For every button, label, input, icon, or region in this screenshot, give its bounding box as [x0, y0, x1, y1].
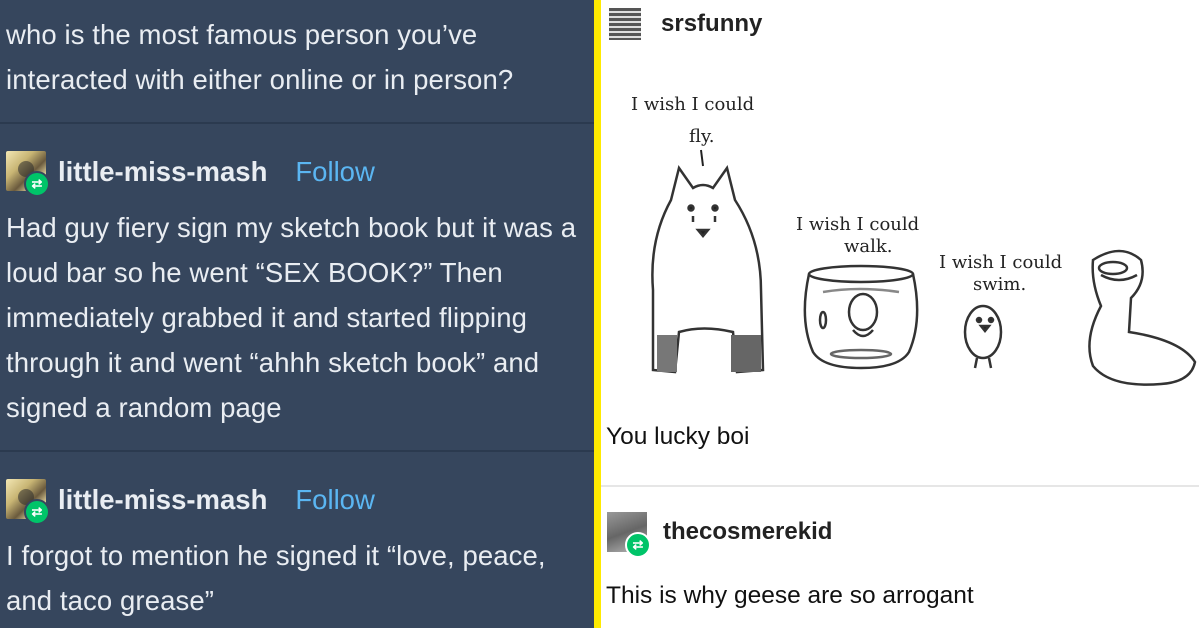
fish-speech-line1: I wish I could — [796, 214, 919, 235]
goose-drawing — [1088, 249, 1197, 386]
avatar[interactable]: ⇄ — [6, 151, 50, 197]
right-tumblr-panel: srsfunny I wish I could fly. I wish I co… — [601, 0, 1199, 628]
chick-speech-line1: I wish I could — [939, 252, 1062, 273]
post-header: ⇄ little-miss-mash Follow — [6, 478, 375, 525]
chick-drawing — [963, 304, 1003, 369]
post-divider — [0, 122, 594, 124]
username[interactable]: little-miss-mash — [58, 484, 267, 516]
post-header: srsfunny — [609, 8, 762, 40]
username[interactable]: little-miss-mash — [58, 156, 267, 188]
avatar[interactable]: ⇄ — [607, 512, 651, 558]
post-divider — [0, 450, 594, 452]
post-caption: This is why geese are so arrogant — [606, 582, 974, 609]
chick-speech-line2: swim. — [973, 274, 1026, 295]
post-body: I forgot to mention he signed it “love, … — [6, 540, 546, 616]
dog-drawing — [651, 165, 765, 374]
username[interactable]: srsfunny — [661, 10, 762, 38]
reblog-icon: ⇄ — [24, 171, 50, 197]
post-divider — [601, 485, 1199, 487]
reblog-icon: ⇄ — [24, 499, 50, 525]
fish-speech-line2: walk. — [844, 236, 893, 257]
question-text: who is the most famous person you’ve int… — [6, 19, 514, 95]
follow-button[interactable]: Follow — [295, 484, 374, 516]
comic-image: I wish I could fly. I wish I could walk. — [631, 94, 1197, 386]
post-caption: You lucky boi — [606, 423, 750, 450]
post-header: ⇄ thecosmerekid — [607, 510, 832, 558]
fishbowl-drawing — [803, 264, 919, 370]
dog-speech-line1: I wish I could — [631, 94, 754, 115]
avatar[interactable]: ⇄ — [6, 479, 50, 525]
avatar[interactable] — [609, 8, 641, 40]
follow-button[interactable]: Follow — [295, 156, 374, 188]
reblog-icon: ⇄ — [625, 532, 651, 558]
post-body: Had guy fiery sign my sketch book but it… — [6, 212, 577, 423]
post-header: ⇄ little-miss-mash Follow — [6, 150, 375, 197]
username[interactable]: thecosmerekid — [663, 518, 832, 546]
left-tumblr-panel: who is the most famous person you’ve int… — [0, 0, 594, 628]
dog-speech-line2: fly. — [689, 126, 715, 147]
